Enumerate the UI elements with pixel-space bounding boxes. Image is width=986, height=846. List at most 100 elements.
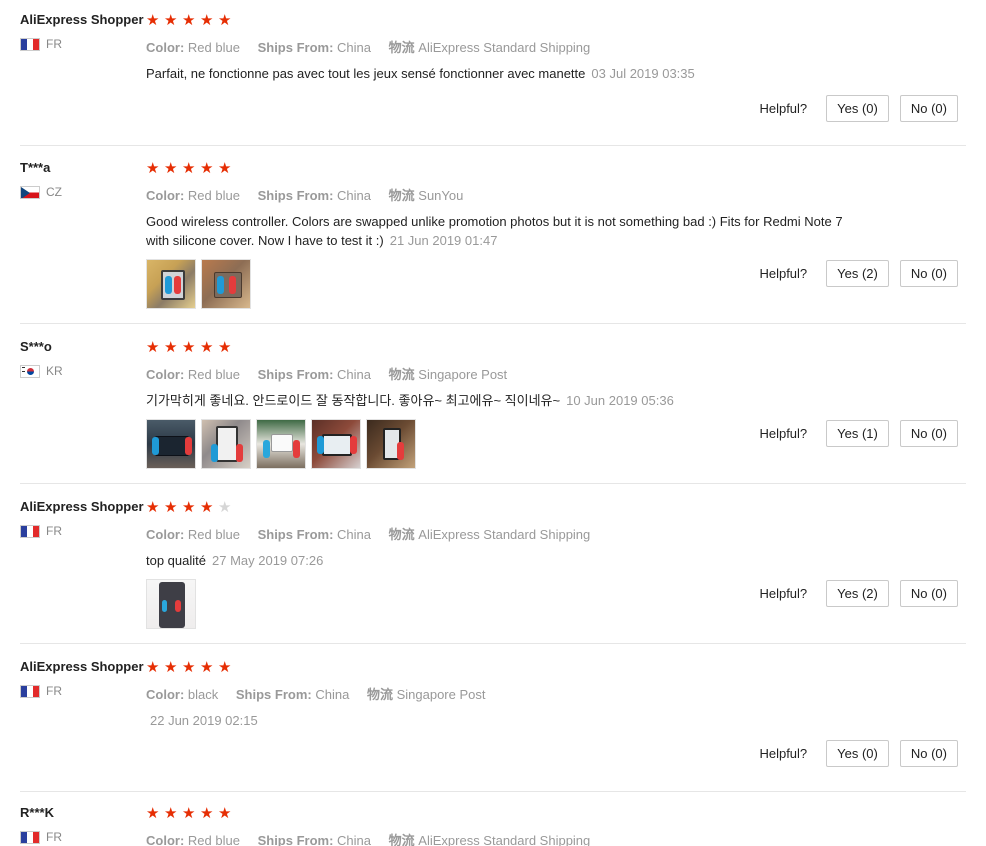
review-photo[interactable] [256, 419, 306, 469]
ships-from-label: Ships From: [257, 40, 334, 55]
helpful-no-button[interactable]: No (0) [899, 420, 958, 447]
star-icon: ★ [164, 12, 179, 29]
helpful-no-button[interactable]: No (0) [899, 95, 958, 122]
review-item: S***o KR ★ ★ ★ ★ ★ Color: Red blue Ships Fro… [0, 324, 966, 484]
country-code: FR [46, 524, 62, 538]
reviewer-country: FR [20, 684, 145, 698]
helpful-vote: Helpful? Yes (2) No (0) [759, 260, 958, 287]
logistics-value: AliExpress Standard Shipping [418, 833, 591, 846]
reviewer-name: T***a [20, 160, 51, 175]
review-body: 기가막히게 좋네요. 안드로이드 잘 동작합니다. 좋아유~ 최고에유~ 직이네… [146, 393, 561, 408]
star-icon: ★ [182, 160, 197, 177]
review-photo[interactable] [201, 419, 251, 469]
helpful-no-button[interactable]: No (0) [899, 740, 958, 767]
order-info: Color: Red blue Ships From: China 物流 Ali… [146, 524, 846, 543]
reviewer-info: AliExpress Shopper FR [20, 659, 145, 698]
star-icon: ★ [200, 659, 215, 676]
star-icon: ★ [182, 12, 197, 29]
review-photo[interactable] [146, 419, 196, 469]
country-code: CZ [46, 185, 62, 199]
reviewer-name: AliExpress Shopper [20, 659, 144, 674]
helpful-label: Helpful? [759, 746, 808, 761]
color-label: Color: [146, 833, 185, 846]
star-icon: ★ [164, 160, 179, 177]
logistics-value: SunYou [418, 188, 464, 203]
star-icon: ★ [182, 805, 197, 822]
star-icon: ★ [164, 499, 179, 516]
france-flag-icon [20, 830, 40, 844]
country-code: FR [46, 684, 62, 698]
star-rating: ★ ★ ★ ★ ★ [146, 12, 846, 30]
star-icon: ★ [218, 160, 233, 177]
star-icon: ★ [146, 12, 161, 29]
review-date: 22 Jun 2019 02:15 [150, 713, 258, 728]
review-text: top qualité 27 May 2019 07:26 [146, 551, 846, 570]
helpful-yes-button[interactable]: Yes (1) [826, 420, 889, 447]
review-text: Good wireless controller. Colors are swa… [146, 212, 846, 250]
helpful-label: Helpful? [759, 426, 808, 441]
reviewer-name: AliExpress Shopper [20, 12, 144, 27]
color-value: black [187, 687, 219, 702]
star-icon: ★ [182, 499, 197, 516]
logistics-label: 物流 [388, 367, 415, 382]
review-text: 기가막히게 좋네요. 안드로이드 잘 동작합니다. 좋아유~ 최고에유~ 직이네… [146, 391, 846, 410]
logistics-label: 物流 [388, 833, 415, 846]
review-content: ★ ★ ★ ★ ★ Color: Red blue Ships From: China … [146, 339, 846, 469]
reviewer-info: AliExpress Shopper FR [20, 12, 145, 51]
star-rating: ★ ★ ★ ★ ★ [146, 339, 846, 357]
review-photo[interactable] [146, 259, 196, 309]
star-icon: ★ [218, 805, 233, 822]
color-value: Red blue [187, 527, 240, 542]
helpful-yes-button[interactable]: Yes (0) [826, 740, 889, 767]
logistics-label: 物流 [366, 687, 393, 702]
star-icon: ★ [164, 339, 179, 356]
review-photo[interactable] [311, 419, 361, 469]
ships-from-label: Ships From: [257, 367, 334, 382]
helpful-yes-button[interactable]: Yes (2) [826, 260, 889, 287]
helpful-vote: Helpful? Yes (0) No (0) [759, 740, 958, 767]
reviewer-info: T***a CZ [20, 160, 145, 199]
helpful-no-button[interactable]: No (0) [899, 580, 958, 607]
review-date: 10 Jun 2019 05:36 [566, 393, 674, 408]
color-label: Color: [146, 527, 185, 542]
helpful-yes-button[interactable]: Yes (2) [826, 580, 889, 607]
order-info: Color: Red blue Ships From: China 物流 Sun… [146, 185, 846, 204]
logistics-label: 物流 [388, 527, 415, 542]
order-info: Color: Red blue Ships From: China 物流 Sin… [146, 364, 846, 383]
helpful-vote: Helpful? Yes (2) No (0) [759, 580, 958, 607]
star-rating: ★ ★ ★ ★ ★ [146, 160, 846, 178]
helpful-yes-button[interactable]: Yes (0) [826, 95, 889, 122]
country-code: FR [46, 830, 62, 844]
review-date: 21 Jun 2019 01:47 [389, 233, 498, 248]
review-date: 27 May 2019 07:26 [212, 553, 324, 568]
star-rating: ★ ★ ★ ★ ★ [146, 499, 846, 517]
color-value: Red blue [187, 367, 240, 382]
helpful-no-button[interactable]: No (0) [899, 260, 958, 287]
star-icon: ★ [200, 339, 215, 356]
star-icon: ★ [218, 12, 233, 29]
reviewer-name: S***o [20, 339, 52, 354]
review-photo[interactable] [366, 419, 416, 469]
review-item: AliExpress Shopper FR ★ ★ ★ ★ ★ Color: black… [0, 644, 966, 792]
reviews-list: AliExpress Shopper FR ★ ★ ★ ★ ★ Color: Red b… [0, 0, 986, 846]
ships-from-value: China [337, 188, 372, 203]
france-flag-icon [20, 684, 40, 698]
review-photo[interactable] [201, 259, 251, 309]
reviewer-info: R***K FR [20, 805, 145, 844]
color-label: Color: [146, 40, 185, 55]
czech-flag-icon [20, 185, 40, 199]
review-photo[interactable] [146, 579, 196, 629]
color-label: Color: [146, 188, 185, 203]
reviewer-country: FR [20, 37, 145, 51]
star-icon: ★ [146, 499, 161, 516]
logistics-value: Singapore Post [418, 367, 508, 382]
star-rating: ★ ★ ★ ★ ★ [146, 805, 846, 823]
review-item: AliExpress Shopper FR ★ ★ ★ ★ ★ Color: Red b… [0, 0, 966, 146]
logistics-label: 物流 [388, 188, 415, 203]
star-icon: ★ [200, 12, 215, 29]
review-body: Parfait, ne fonctionne pas avec tout les… [146, 66, 586, 81]
france-flag-icon [20, 524, 40, 538]
review-content: ★ ★ ★ ★ ★ Color: Red blue Ships From: China … [146, 499, 846, 629]
country-code: FR [46, 37, 62, 51]
helpful-vote: Helpful? Yes (0) No (0) [759, 95, 958, 122]
